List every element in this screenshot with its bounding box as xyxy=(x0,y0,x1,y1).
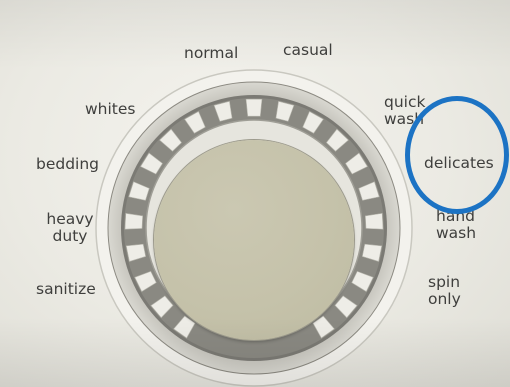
delicates-highlight-circle xyxy=(405,96,509,214)
washer-control-panel: normal casual whites quick wash bedding … xyxy=(0,0,510,387)
cycle-label-whites[interactable]: whites xyxy=(85,101,136,118)
dial-tick-window xyxy=(365,213,384,230)
dial-tick-window xyxy=(245,98,263,117)
cycle-selector-knob[interactable] xyxy=(154,140,354,340)
cycle-label-normal[interactable]: normal xyxy=(184,45,238,62)
cycle-label-spin-only[interactable]: spin only xyxy=(428,274,461,308)
cycle-label-casual[interactable]: casual xyxy=(283,42,333,59)
dial-tick-window xyxy=(124,213,143,230)
cycle-label-sanitize[interactable]: sanitize xyxy=(36,281,96,298)
cycle-label-bedding[interactable]: bedding xyxy=(36,156,99,173)
cycle-label-heavy-duty[interactable]: heavy duty xyxy=(45,211,95,245)
